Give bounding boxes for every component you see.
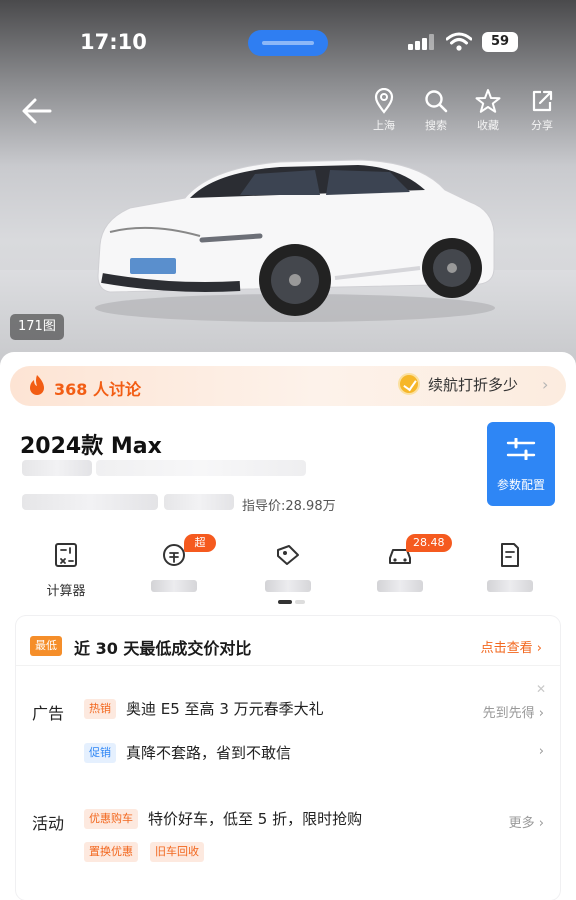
pager-indicator	[295, 600, 305, 604]
flame-icon	[30, 375, 44, 395]
tool-label-blurred	[132, 580, 216, 598]
trade-in-tag[interactable]: 置换优惠	[84, 842, 138, 862]
ad-item-promo[interactable]: 促销 真降不套路，省到不敢信	[84, 742, 291, 763]
calculator-tool[interactable]: 计算器	[24, 538, 108, 599]
car-model-title: 2024款 Max	[20, 434, 162, 459]
location-pin-icon	[374, 88, 394, 114]
detail-card: 368 人讨论 续航打折多少 › 2024款 Max 指导价:28.98万 参数…	[0, 352, 576, 900]
ticket-icon	[277, 545, 299, 565]
ad-item-text: 奥迪 E5 至高 3 万元春季大礼	[126, 700, 324, 718]
search-icon	[425, 90, 448, 113]
report-tool[interactable]	[468, 538, 552, 598]
hero-gallery[interactable]: 17:10 59 上海 搜索 收藏 分享 171图	[0, 0, 576, 370]
deals-panel: 最低 近 30 天最低成交价对比 点击查看 › ✕ 广告 热销 奥迪 E5 至高…	[16, 616, 560, 900]
document-icon	[501, 543, 519, 567]
range-question-text: 续航打折多少	[428, 375, 519, 394]
signal-icon	[408, 34, 434, 50]
activity-tag: 优惠购车	[84, 808, 138, 829]
tool-label-blurred	[246, 580, 330, 598]
activity-sub-tags: 置换优惠 旧车回收	[84, 842, 204, 862]
tool-badge: 28.48万	[406, 534, 452, 567]
discussion-count: 368 人讨论	[54, 380, 141, 399]
car-photo[interactable]	[90, 150, 500, 325]
search-button[interactable]: 搜索	[414, 88, 458, 133]
calculator-icon	[55, 543, 77, 567]
star-icon	[475, 89, 501, 113]
params-config-label: 参数配置	[496, 478, 545, 492]
tool-badge: 超值	[184, 534, 216, 567]
battery-icon: 59	[482, 32, 518, 52]
view-link[interactable]: 点击查看 ›	[481, 637, 542, 656]
hot-tag: 热销	[84, 698, 116, 719]
activity-more-label: 更多	[508, 816, 535, 831]
location-button[interactable]: 上海	[362, 88, 406, 133]
calculator-label: 计算器	[46, 584, 86, 599]
ad-item-text: 真降不套路，省到不敢信	[126, 744, 292, 762]
ad-item-link-label: 先到先得	[482, 706, 535, 721]
blurred-subtitle-extra	[96, 460, 306, 476]
activity-text: 特价好车，低至 5 折，限时抢购	[148, 810, 363, 828]
favorite-label: 收藏	[477, 119, 499, 132]
sliders-icon	[506, 437, 536, 461]
app-root: 17:10 59 上海 搜索 收藏 分享 171图 368 人讨论 续航打折多少…	[0, 0, 576, 900]
blurred-spec	[22, 494, 158, 510]
params-config-button[interactable]: 参数配置	[487, 422, 555, 506]
favorite-button[interactable]: 收藏	[466, 88, 510, 133]
gold-medal-icon	[398, 373, 420, 395]
value-tool[interactable]: 超值	[132, 534, 216, 598]
promo-tag: 促销	[84, 742, 116, 763]
share-label: 分享	[531, 119, 553, 132]
range-question-link[interactable]: 续航打折多少 ›	[398, 373, 548, 395]
back-arrow-icon[interactable]	[20, 96, 54, 126]
price-compare-title: 近 30 天最低成交价对比	[74, 639, 252, 658]
wifi-icon	[446, 32, 472, 51]
price-compare-row[interactable]: 最低 近 30 天最低成交价对比 点击查看 ›	[16, 626, 560, 666]
share-icon	[532, 90, 553, 112]
ad-section-label: 广告	[32, 704, 65, 723]
lowest-tag: 最低	[30, 636, 62, 656]
tool-label-blurred	[358, 580, 442, 598]
close-ad-icon[interactable]: ✕	[536, 682, 546, 696]
pager-indicator-active	[278, 600, 292, 604]
dynamic-island-pill	[248, 30, 328, 56]
discussion-banner[interactable]: 368 人讨论 续航打折多少 ›	[10, 366, 566, 406]
dealer-price-tool[interactable]: 28.48万	[358, 534, 452, 598]
activity-item[interactable]: 优惠购车 特价好车，低至 5 折，限时抢购	[84, 808, 362, 829]
activity-section-label: 活动	[32, 814, 65, 833]
photo-count-badge[interactable]: 171图	[10, 314, 64, 340]
coupon-tool[interactable]	[246, 538, 330, 598]
status-time: 17:10	[80, 30, 147, 54]
guide-price: 指导价:28.98万	[242, 499, 336, 514]
chevron-right-icon[interactable]: ›	[539, 744, 544, 759]
tool-label-blurred	[468, 580, 552, 598]
blurred-spec-extra	[164, 494, 234, 510]
blurred-subtitle	[22, 460, 92, 476]
ad-item-hot[interactable]: 热销 奥迪 E5 至高 3 万元春季大礼	[84, 698, 324, 719]
chevron-right-icon: ›	[542, 374, 549, 394]
tool-row: 计算器 超值 28.48万	[0, 534, 576, 604]
location-label: 上海	[373, 119, 395, 132]
recycle-tag[interactable]: 旧车回收	[150, 842, 204, 862]
search-label: 搜索	[425, 119, 447, 132]
share-button[interactable]: 分享	[520, 88, 564, 133]
activity-more-link[interactable]: 更多 ›	[509, 812, 544, 831]
top-nav: 上海 搜索 收藏 分享	[0, 88, 576, 134]
status-bar: 17:10 59	[0, 26, 576, 60]
ad-item-link[interactable]: 先到先得 ›	[483, 702, 544, 721]
view-link-label: 点击查看	[480, 641, 533, 656]
